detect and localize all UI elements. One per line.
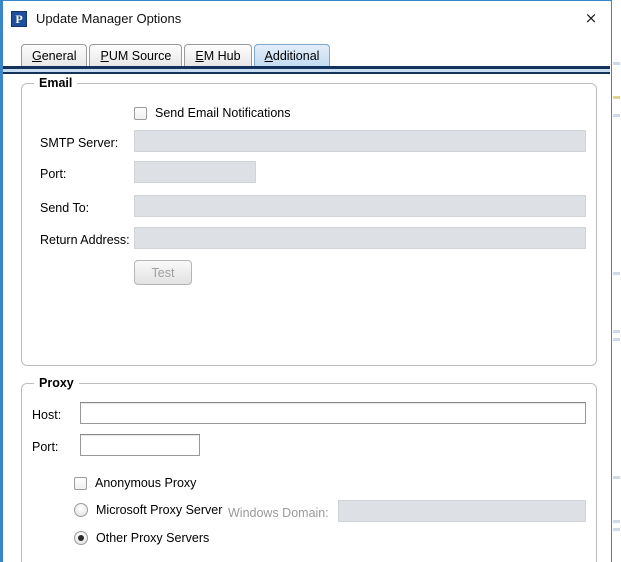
send-to-label: Send To: [40,201,90,215]
tab-content-additional: Email Send Email Notifications SMTP Serv… [3,75,610,562]
other-proxy-servers-label: Other Proxy Servers [96,531,210,545]
return-address-label: Return Address: [40,233,130,247]
tab-separator-rule-lower [3,72,610,74]
tab-em-hub-mnemonic: E [195,49,204,63]
send-to-input[interactable] [134,195,586,217]
checkbox-icon[interactable] [74,476,87,490]
radio-icon[interactable] [74,503,88,517]
tab-additional-label: dditional [272,49,320,63]
email-group: Email Send Email Notifications SMTP Serv… [21,76,597,366]
checkbox-icon[interactable] [134,106,147,120]
tab-pum-source-mnemonic: P [100,49,109,63]
background-tick [613,114,620,117]
tab-general-label: eneral [41,49,77,63]
send-email-notifications-row[interactable]: Send Email Notifications [134,106,290,120]
return-address-input[interactable] [134,227,586,249]
test-button[interactable]: Test [134,260,192,285]
smtp-server-input[interactable] [134,130,586,152]
tab-pum-source-label: UM Source [108,49,172,63]
tab-em-hub-label: M Hub [203,49,241,63]
tab-additional[interactable]: Additional [253,44,331,67]
send-email-notifications-label: Send Email Notifications [155,106,291,120]
background-tick [613,338,620,341]
tab-em-hub[interactable]: EM Hub [184,44,252,67]
close-button[interactable]: × [576,4,606,32]
background-tick [613,520,620,523]
windows-domain-input[interactable] [338,500,586,522]
microsoft-proxy-server-row[interactable]: Microsoft Proxy Server [74,503,222,517]
proxy-port-input[interactable] [80,434,200,456]
background-tick [613,476,620,479]
tab-general-mnemonic: G [32,49,42,63]
smtp-server-label: SMTP Server: [40,136,119,150]
proxy-port-label: Port: [32,440,59,454]
update-manager-options-window: P Update Manager Options × General P UM S… [0,0,612,562]
window-title: Update Manager Options [36,11,182,26]
proxy-host-input[interactable] [80,402,586,424]
tab-general[interactable]: General [21,44,88,67]
screen: P Update Manager Options × General P UM S… [0,0,621,562]
radio-icon[interactable] [74,531,88,545]
proxy-host-label: Host: [32,408,62,422]
email-group-title: Email [34,76,78,90]
background-tick [613,528,620,531]
tab-strip: General P UM Source EM Hub Additional [3,43,610,74]
close-icon: × [584,8,598,27]
title-bar: P Update Manager Options × [3,2,610,35]
background-tick [613,62,620,65]
tab-pum-source[interactable]: P UM Source [89,44,183,67]
peoplesoft-app-icon: P [11,10,27,27]
background-tick [613,330,620,333]
anonymous-proxy-label: Anonymous Proxy [95,476,197,490]
microsoft-proxy-server-label: Microsoft Proxy Server [96,503,223,517]
tab-list: General P UM Source EM Hub Additional [21,43,332,67]
anonymous-proxy-row[interactable]: Anonymous Proxy [74,476,196,490]
background-tick [613,272,620,275]
test-button-label: Test [151,265,175,280]
email-port-input[interactable] [134,161,256,183]
email-port-label: Port: [40,167,67,181]
background-tick [613,96,620,99]
proxy-group-title: Proxy [34,376,79,390]
proxy-group: Proxy Host: Port: Anonymous Proxy Micros… [21,376,597,562]
windows-domain-label: Windows Domain: [228,506,329,520]
other-proxy-servers-row[interactable]: Other Proxy Servers [74,531,209,545]
tab-additional-mnemonic: A [264,49,273,63]
